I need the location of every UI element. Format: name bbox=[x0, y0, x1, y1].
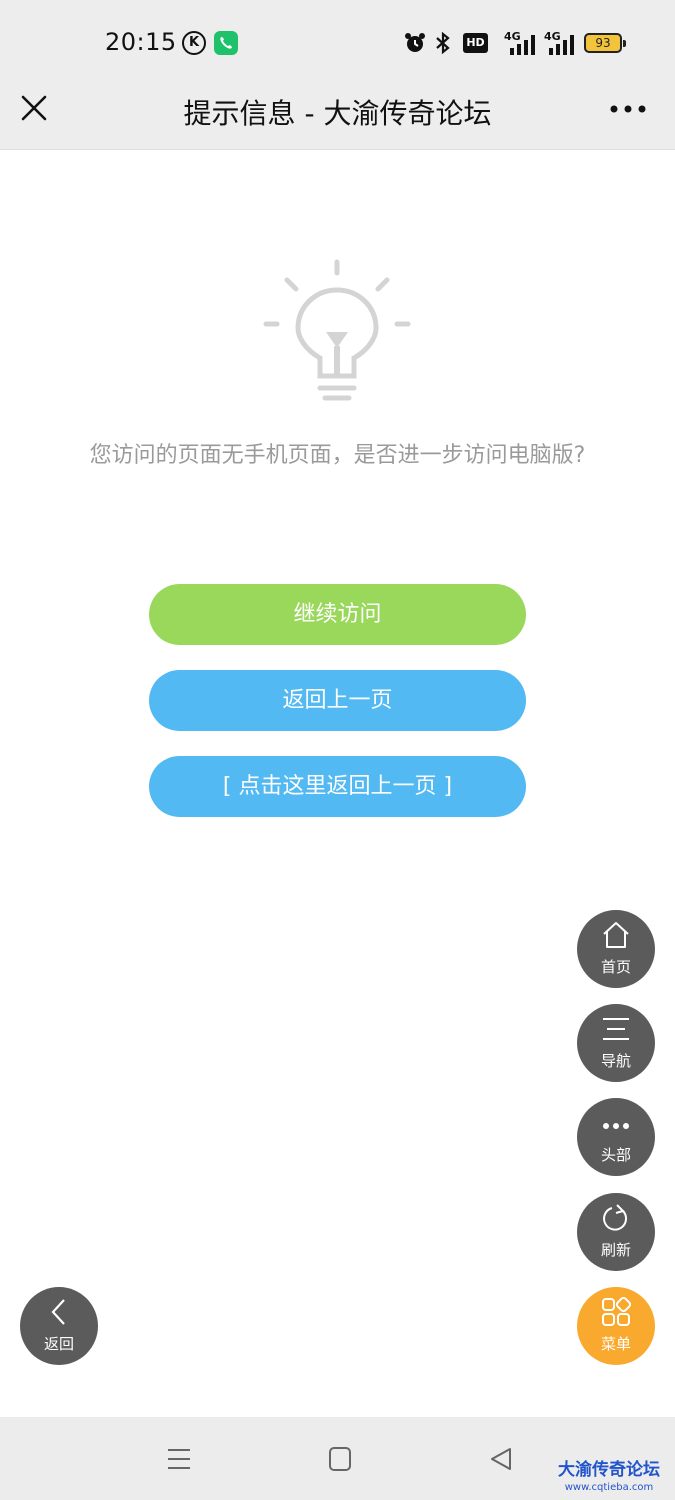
bluetooth-icon bbox=[436, 31, 450, 55]
menu-label: 菜单 bbox=[600, 1335, 631, 1353]
status-time: 20:15 bbox=[105, 28, 177, 56]
alarm-icon bbox=[405, 33, 425, 52]
back-button[interactable]: 返回上一页 bbox=[149, 670, 526, 731]
signal-bars-2-icon bbox=[549, 35, 574, 55]
nav-fab-button[interactable]: 导航 bbox=[577, 1004, 655, 1082]
continue-visit-button[interactable]: 继续访问 bbox=[149, 584, 526, 645]
more-dots-icon bbox=[603, 1123, 629, 1129]
back-link-button[interactable]: [ 点击这里返回上一页 ] bbox=[149, 756, 526, 817]
return-fab-button[interactable]: 返回 bbox=[20, 1287, 98, 1365]
chevron-left-icon bbox=[51, 1299, 65, 1325]
redirect-message: 您访问的页面无手机页面，是否进一步访问电脑版? bbox=[89, 443, 586, 468]
page-title: 提示信息 - 大渝传奇论坛 bbox=[183, 97, 492, 130]
home-label: 首页 bbox=[600, 958, 631, 976]
signal-bars-1-icon bbox=[510, 35, 535, 55]
phone-call-icon bbox=[214, 31, 238, 55]
more-options-icon[interactable] bbox=[608, 102, 648, 116]
watermark-logo: 大渝传奇论坛 bbox=[558, 1460, 660, 1480]
title-bar: 提示信息 - 大渝传奇论坛 bbox=[0, 80, 675, 150]
menu-fab-button[interactable]: 菜单 bbox=[577, 1287, 655, 1365]
status-bar: 20:15 K HD 4G 4G 93 bbox=[0, 0, 675, 80]
head-label: 头部 bbox=[600, 1146, 631, 1164]
grid-menu-icon bbox=[602, 1297, 631, 1326]
back-triangle-icon[interactable] bbox=[488, 1446, 514, 1472]
light-bulb-icon bbox=[263, 259, 411, 401]
refresh-label: 刷新 bbox=[600, 1241, 631, 1259]
nav-label: 导航 bbox=[600, 1052, 631, 1070]
return-label: 返回 bbox=[43, 1335, 74, 1353]
refresh-fab-button[interactable]: 刷新 bbox=[577, 1193, 655, 1271]
refresh-icon bbox=[603, 1204, 628, 1231]
home-icon bbox=[603, 922, 629, 948]
list-menu-icon bbox=[603, 1018, 629, 1040]
home-square-icon[interactable] bbox=[328, 1446, 352, 1472]
battery-icon: 93 bbox=[584, 33, 626, 53]
recent-apps-icon[interactable] bbox=[166, 1446, 192, 1472]
k-app-icon: K bbox=[182, 31, 206, 55]
head-fab-button[interactable]: 头部 bbox=[577, 1098, 655, 1176]
home-fab-button[interactable]: 首页 bbox=[577, 910, 655, 988]
hd-voice-icon: HD bbox=[463, 33, 488, 53]
watermark-url: www.cqtieba.com bbox=[564, 1482, 654, 1493]
